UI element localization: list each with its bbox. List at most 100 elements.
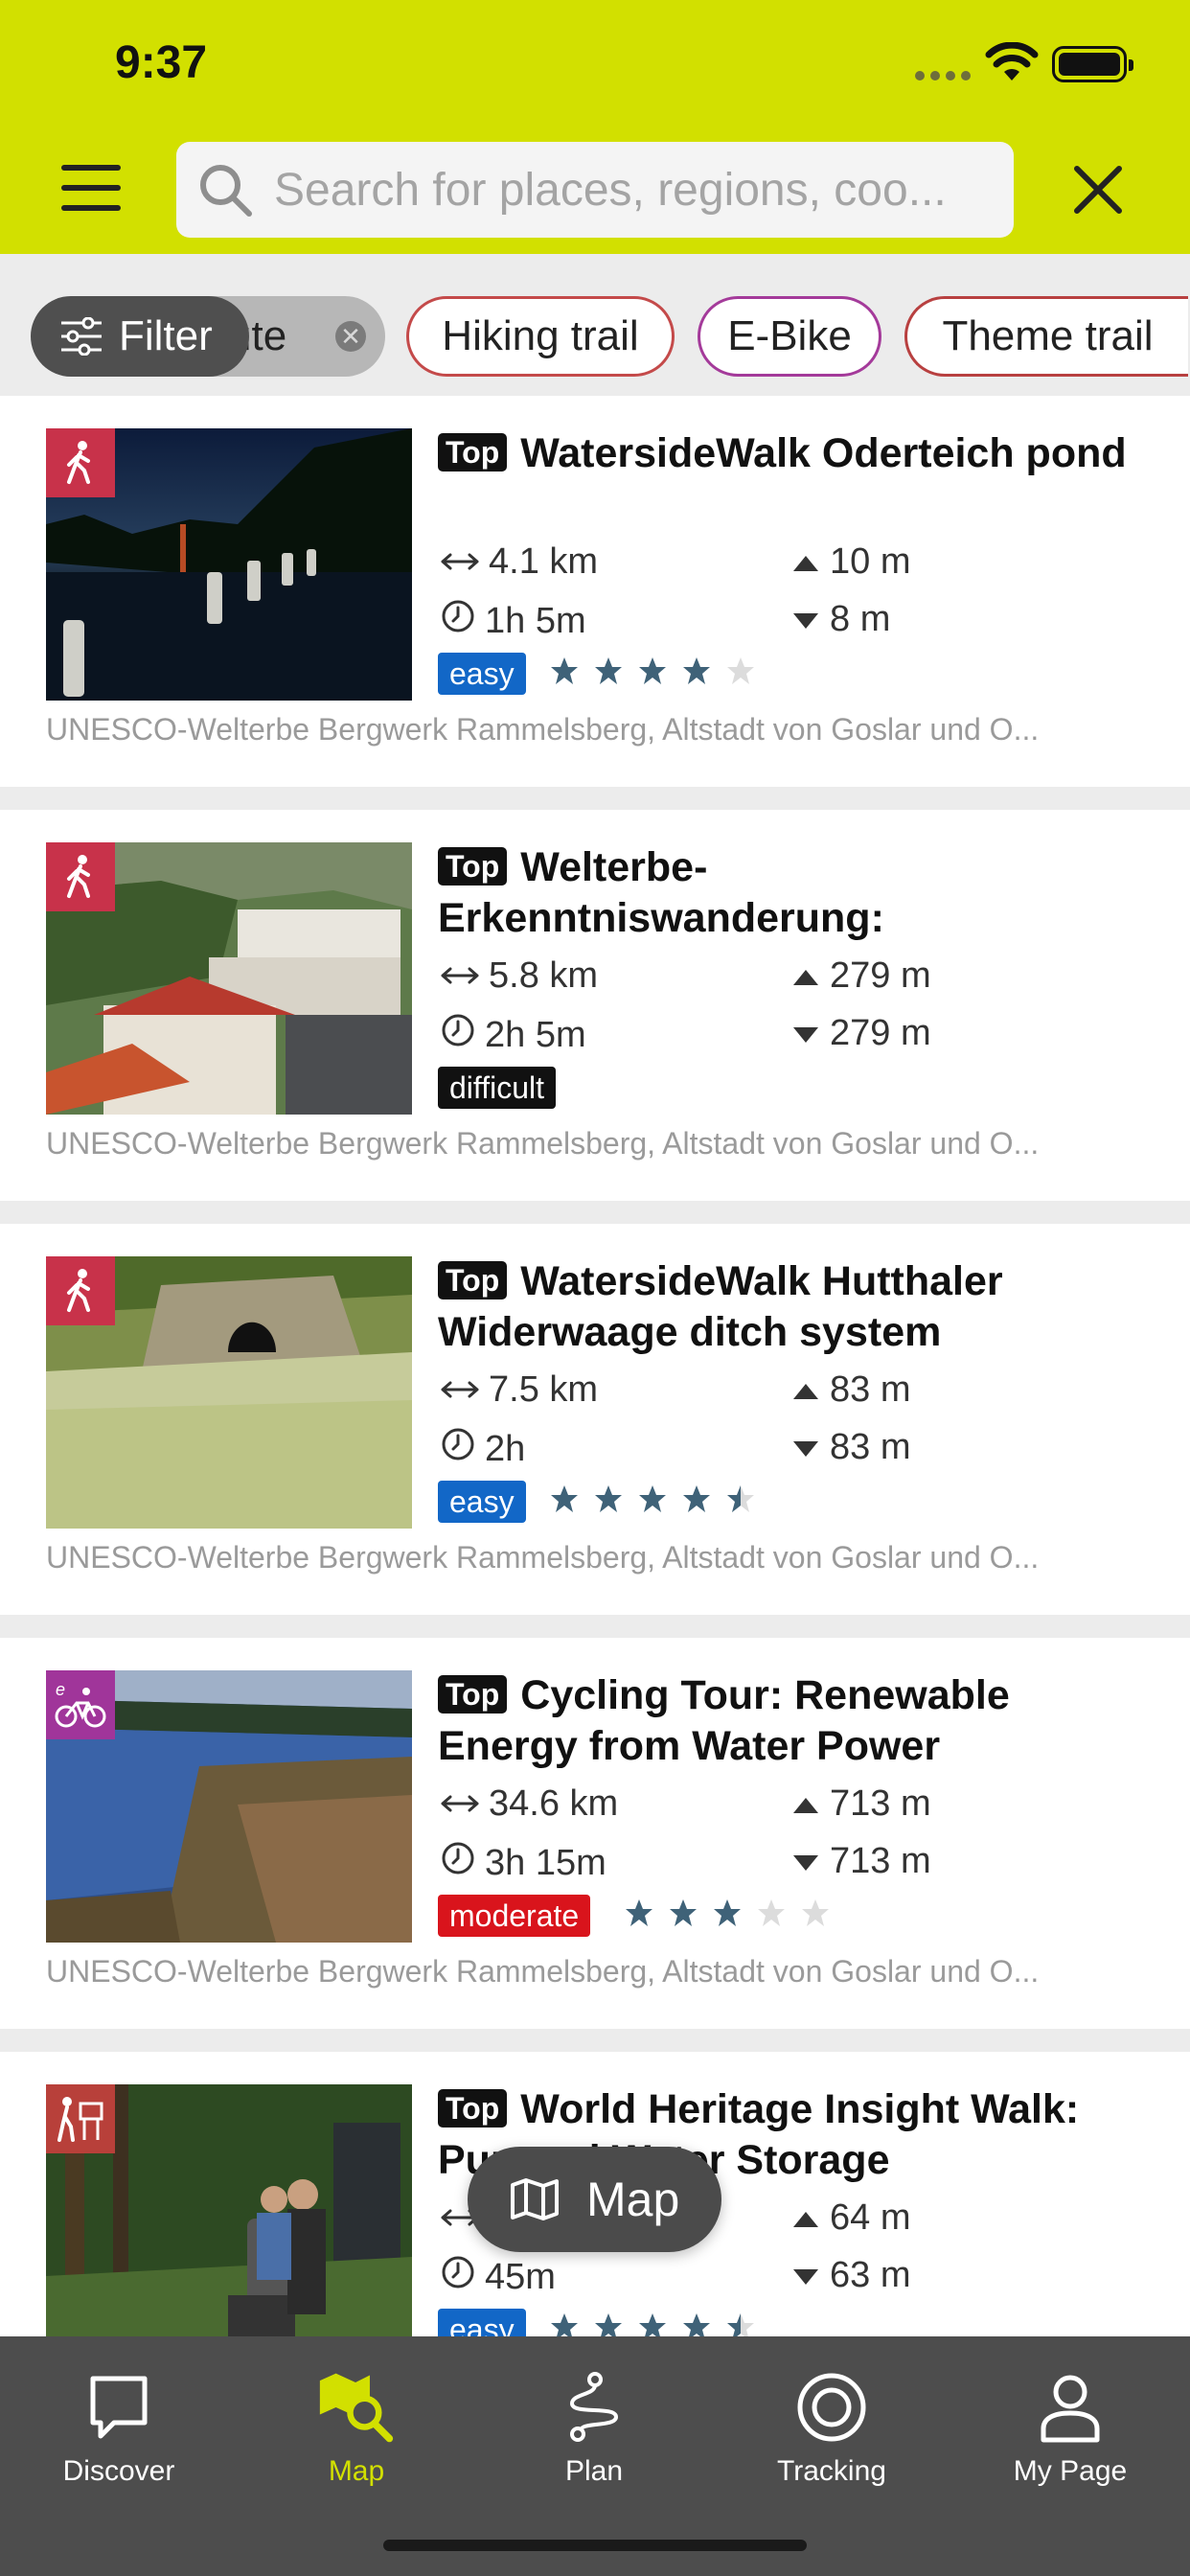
descent-stat: 8 m <box>791 599 890 640</box>
tour-region: UNESCO-Welterbe Bergwerk Rammelsberg, Al… <box>46 712 1040 747</box>
clock-icon <box>441 1013 475 1057</box>
distance-stat: 7.5 km <box>441 1369 598 1411</box>
map-button[interactable]: Map <box>468 2147 721 2252</box>
star-icon <box>551 1485 578 1512</box>
tour-photo <box>46 2084 412 2372</box>
tour-region: UNESCO-Welterbe Bergwerk Rammelsberg, Al… <box>46 1126 1040 1161</box>
tour-title: Top Welterbe-Erkenntniswanderung: <box>438 844 884 941</box>
ascent-icon <box>791 2197 820 2239</box>
star-icon <box>683 657 710 684</box>
star-icon <box>626 1899 652 1926</box>
tab-discover[interactable]: Discover <box>0 2356 238 2518</box>
distance-icon <box>441 541 479 583</box>
descent-icon <box>791 1427 820 1468</box>
map-icon <box>511 2178 559 2220</box>
rating-stars <box>550 1484 755 1513</box>
descent-stat: 83 m <box>791 1427 910 1468</box>
ascent-icon <box>791 955 820 997</box>
filter-button-label: Filter <box>119 312 213 359</box>
filter-chip-bar: ute ✕ Filter Hiking trail E-Bike Theme t… <box>0 254 1190 396</box>
top-badge: Top <box>438 847 508 886</box>
top-badge: Top <box>438 1261 508 1300</box>
tab-label: Discover <box>62 2455 175 2487</box>
ascent-stat: 279 m <box>791 955 931 997</box>
home-indicator <box>383 2540 807 2551</box>
search-input[interactable] <box>274 163 1002 217</box>
star-icon <box>639 657 666 684</box>
difficulty-badge: easy <box>438 1481 526 1523</box>
search-bar[interactable] <box>176 142 1014 238</box>
cellular-signal-icon <box>915 71 973 80</box>
top-badge: Top <box>438 1675 508 1714</box>
menu-icon <box>61 165 121 171</box>
descent-stat: 63 m <box>791 2255 910 2296</box>
ascent-stat: 10 m <box>791 541 910 583</box>
menu-button[interactable] <box>59 161 123 215</box>
difficulty-badge: difficult <box>438 1067 557 1109</box>
top-app-bar: 9:37 <box>0 0 1190 254</box>
filter-button[interactable]: Filter <box>31 296 249 377</box>
top-badge: Top <box>438 433 508 472</box>
chip-e-bike[interactable]: E-Bike <box>698 296 881 377</box>
close-icon[interactable] <box>1071 163 1125 217</box>
descent-icon <box>791 2255 820 2296</box>
wifi-icon <box>985 42 1039 80</box>
tour-card[interactable]: Top Welterbe-Erkenntniswanderung: 5.8 km … <box>0 810 1190 1201</box>
difficulty-badge: moderate <box>438 1895 591 1937</box>
star-icon <box>595 1485 622 1512</box>
descent-stat: 279 m <box>791 1013 931 1054</box>
top-badge: Top <box>438 2089 508 2128</box>
discover-icon <box>80 2369 157 2446</box>
hiking-icon <box>46 842 115 911</box>
tab-my-page[interactable]: My Page <box>950 2356 1190 2518</box>
hiking-icon <box>46 1256 115 1325</box>
theme-trail-icon <box>46 2084 115 2153</box>
rating-stars <box>625 1898 830 1927</box>
distance-icon <box>441 1783 479 1825</box>
descent-stat: 713 m <box>791 1841 931 1882</box>
search-icon <box>200 165 252 217</box>
chip-theme-trail[interactable]: Theme trail <box>904 296 1188 377</box>
profile-icon <box>1032 2369 1109 2446</box>
remove-chip-icon[interactable]: ✕ <box>335 321 366 352</box>
svg-text:e: e <box>56 1680 65 1699</box>
star-icon <box>683 1485 710 1512</box>
tour-region: UNESCO-Welterbe Bergwerk Rammelsberg, Al… <box>46 1954 1040 1989</box>
ascent-stat: 64 m <box>791 2197 910 2239</box>
clock-icon <box>441 2255 475 2299</box>
distance-stat: 34.6 km <box>441 1783 618 1825</box>
ascent-icon <box>791 541 820 583</box>
star-icon <box>639 1485 666 1512</box>
tour-card[interactable]: Top WatersideWalk Oderteich pond 4.1 km 1… <box>0 396 1190 787</box>
tab-plan[interactable]: Plan <box>475 2356 713 2518</box>
duration-stat: 2h 5m <box>441 1013 586 1057</box>
tour-photo: e <box>46 1670 412 1943</box>
distance-stat: 5.8 km <box>441 955 598 997</box>
tab-map[interactable]: Map <box>238 2356 475 2518</box>
tour-title: Top Cycling Tour: Renewable Energy from W… <box>438 1672 1010 1769</box>
tab-tracking[interactable]: Tracking <box>713 2356 950 2518</box>
star-icon <box>727 657 754 684</box>
chip-hiking-trail[interactable]: Hiking trail <box>406 296 675 377</box>
tour-title: Top WatersideWalk Oderteich pond <box>438 428 1147 479</box>
rating-stars <box>550 656 755 685</box>
clock-icon <box>441 599 475 643</box>
ascent-icon <box>791 1369 820 1411</box>
map-button-label: Map <box>586 2173 680 2226</box>
duration-stat: 1h 5m <box>441 599 586 643</box>
difficulty-badge: easy <box>438 653 526 695</box>
route-plan-icon <box>556 2369 632 2446</box>
tab-label: Map <box>328 2455 385 2487</box>
star-icon <box>727 1485 754 1512</box>
distance-stat: 4.1 km <box>441 541 598 583</box>
ascent-stat: 83 m <box>791 1369 910 1411</box>
tab-label: Tracking <box>777 2455 886 2487</box>
clock-icon <box>441 1427 475 1471</box>
status-time: 9:37 <box>115 37 208 88</box>
tour-region: UNESCO-Welterbe Bergwerk Rammelsberg, Al… <box>46 1540 1040 1575</box>
tour-card[interactable]: Top WatersideWalk Hutthaler Widerwaage di… <box>0 1224 1190 1615</box>
tour-card[interactable]: e Top Cycling Tour: Renewable Energy from… <box>0 1638 1190 2029</box>
descent-icon <box>791 599 820 640</box>
descent-icon <box>791 1841 820 1882</box>
ascent-icon <box>791 1783 820 1825</box>
